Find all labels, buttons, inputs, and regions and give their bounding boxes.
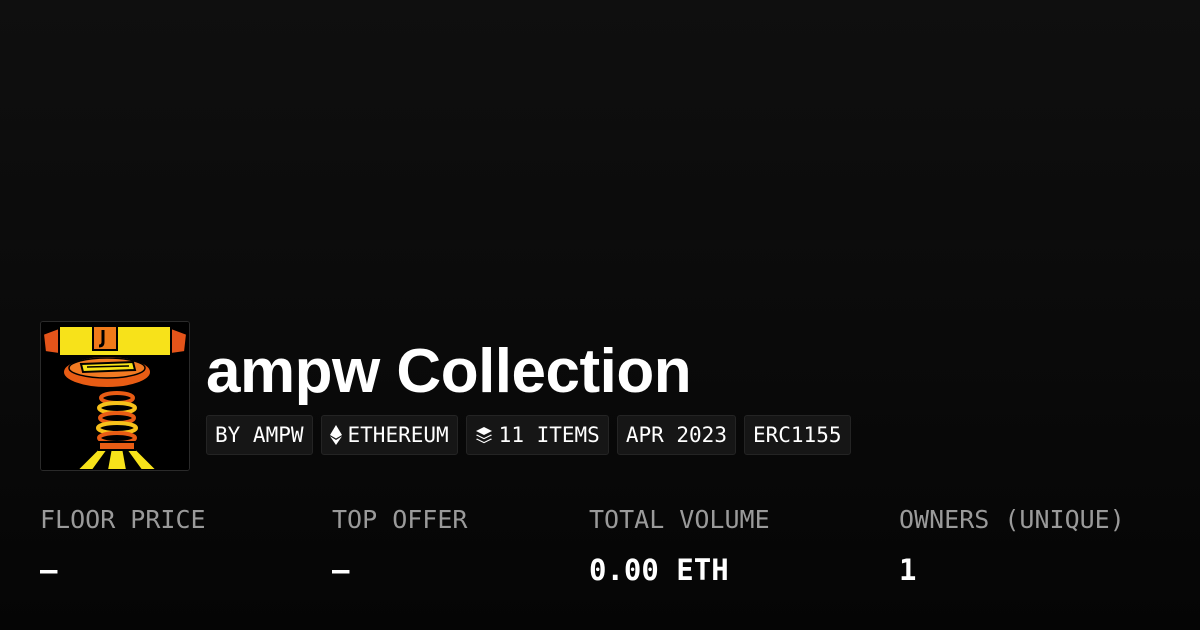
creator-chip[interactable]: BY AMPW <box>206 415 313 455</box>
standard-chip: ERC1155 <box>743 415 851 455</box>
date-chip: APR 2023 <box>616 415 736 455</box>
standard-label: ERC1155 <box>752 423 842 447</box>
banner-background <box>0 0 1200 630</box>
collection-info-chips: BY AMPW ETHEREUM 11 ITEMS APR 2023 ERC11… <box>206 415 851 455</box>
collection-avatar[interactable] <box>40 321 190 471</box>
chain-label: ETHEREUM <box>347 423 449 447</box>
total-volume-label: TOTAL VOLUME <box>589 505 770 534</box>
items-label: 11 ITEMS <box>498 423 600 447</box>
layers-icon <box>475 426 493 444</box>
date-label: APR 2023 <box>625 423 727 447</box>
collection-avatar-artwork <box>41 322 189 470</box>
creator-label: BY AMPW <box>215 423 304 447</box>
floor-price-value: — <box>40 553 58 587</box>
ethereum-icon <box>329 425 342 445</box>
items-chip: 11 ITEMS <box>465 415 609 455</box>
collection-title: ampw Collection <box>206 337 692 406</box>
top-offer-value: — <box>332 553 350 587</box>
owners-label: OWNERS (UNIQUE) <box>899 505 1125 534</box>
top-offer-label: TOP OFFER <box>332 505 468 534</box>
owners-value: 1 <box>899 553 917 587</box>
total-volume-value: 0.00 ETH <box>589 553 729 587</box>
chain-chip: ETHEREUM <box>320 415 458 455</box>
floor-price-label: FLOOR PRICE <box>40 505 206 534</box>
